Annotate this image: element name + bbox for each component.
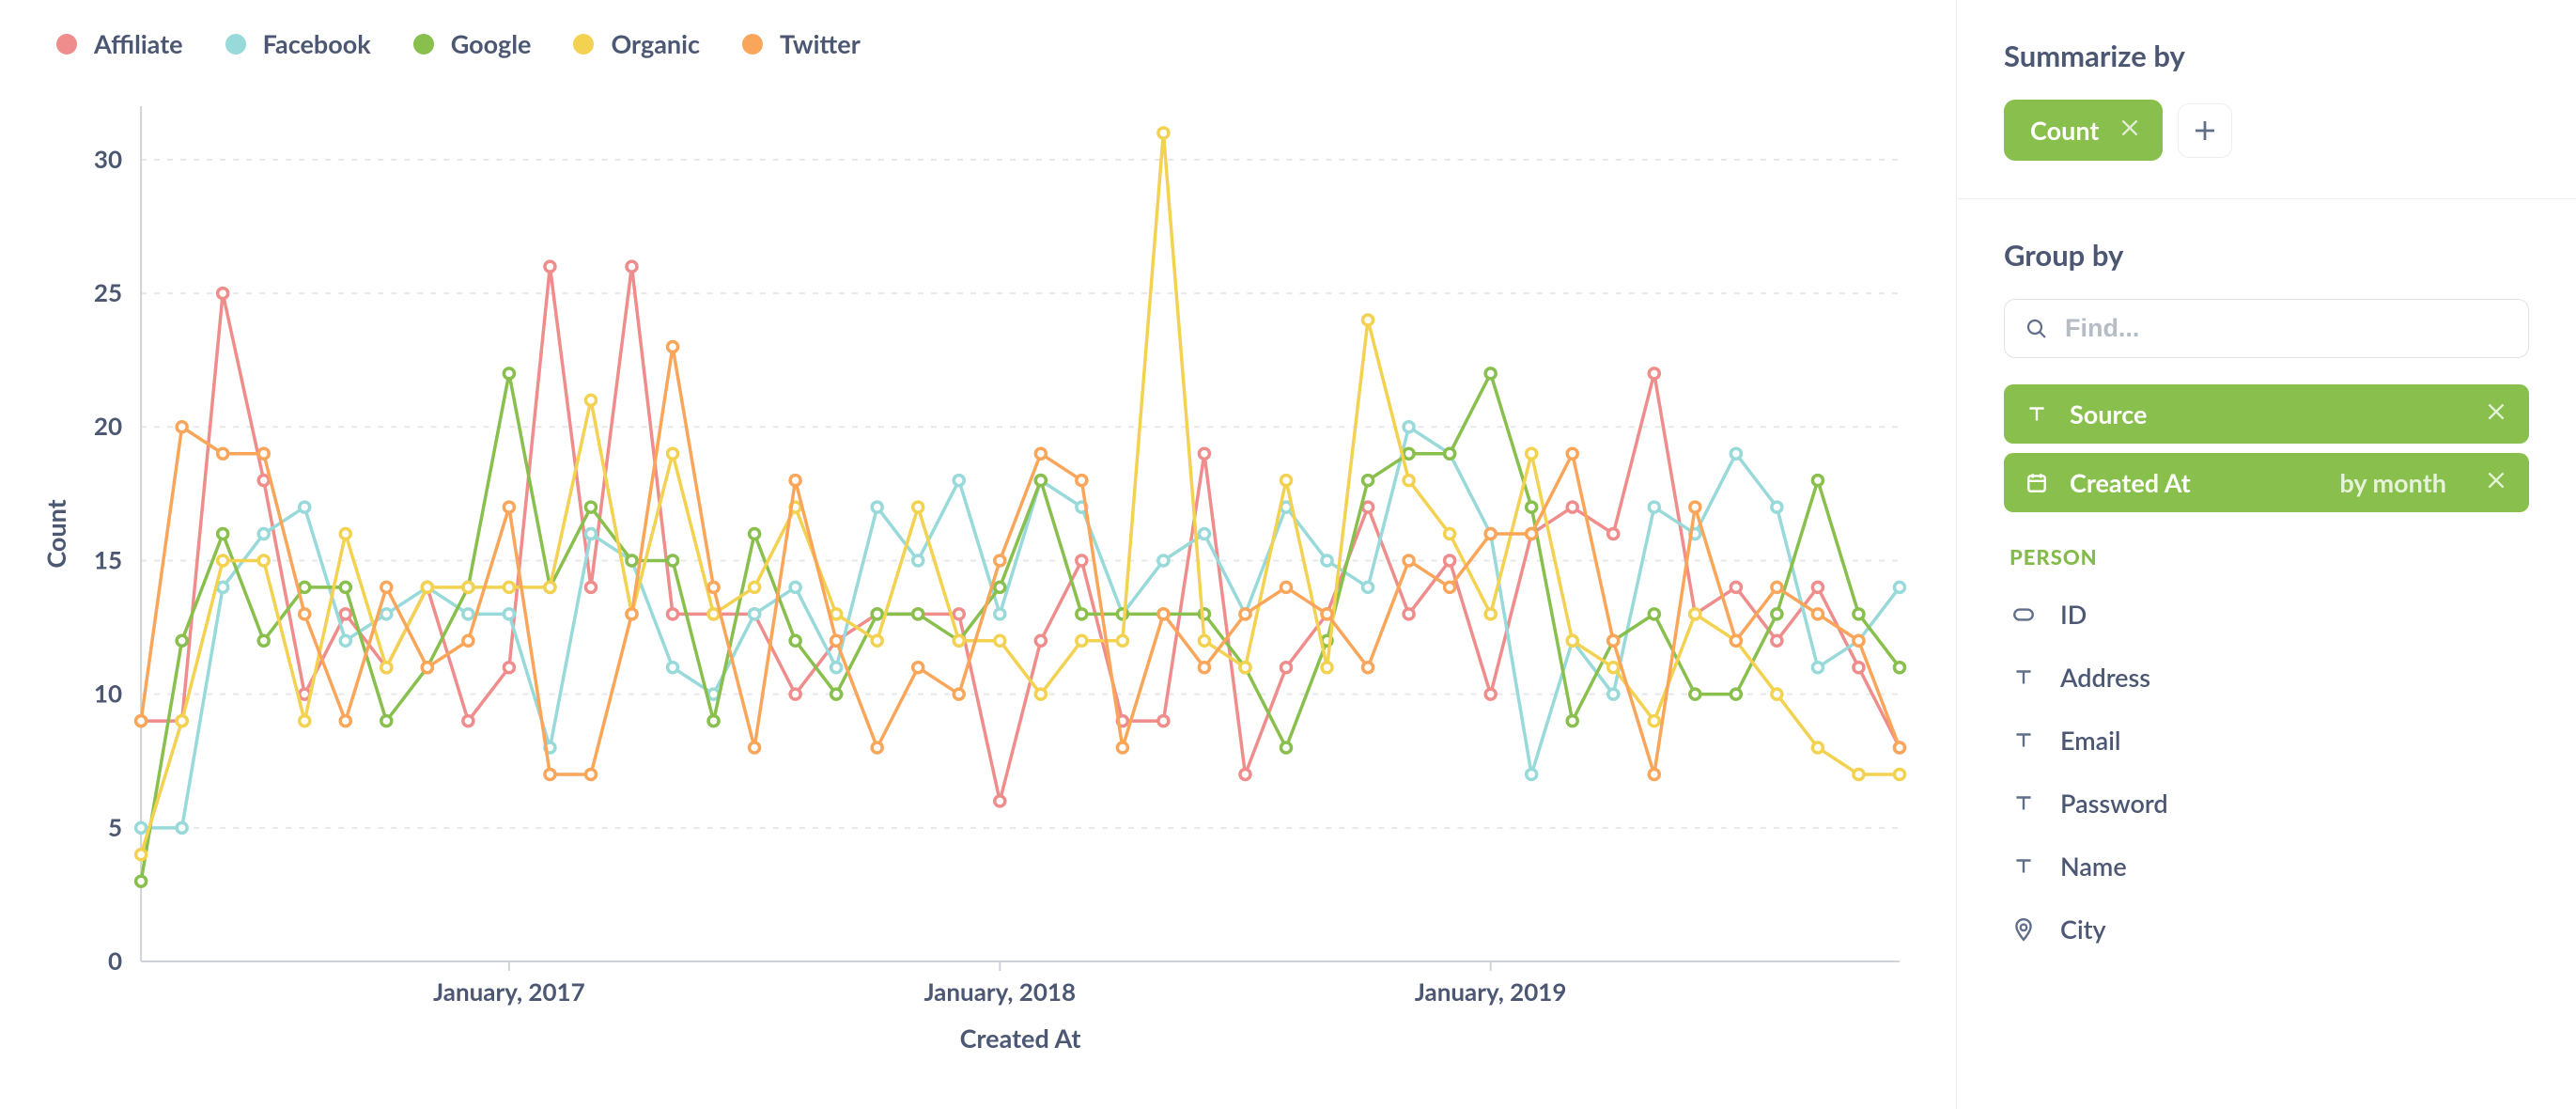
legend-label: Affiliate [94,28,183,59]
group-chip-source[interactable]: Source [2004,384,2529,444]
legend-swatch [573,34,594,55]
chart-pane: Affiliate Facebook Google Organic Twitte… [0,0,1956,1109]
legend-item-google[interactable]: Google [413,28,532,59]
close-icon[interactable] [2118,115,2142,146]
chart-svg: 0 5 10 15 20 25 30 January, 2017 January, 2018 Ja… [38,78,1918,1065]
svg-text:15: 15 [94,544,122,574]
svg-text:25: 25 [94,277,122,307]
svg-text:Count: Count [40,499,71,568]
group-chip-created-at[interactable]: Created At by month [2004,453,2529,512]
svg-text:20: 20 [94,411,122,441]
svg-text:0: 0 [108,945,122,976]
field-item-city[interactable]: City [2004,898,2529,961]
group-chip-label: Source [2070,398,2147,430]
legend-item-organic[interactable]: Organic [573,28,700,59]
svg-text:Created At: Created At [960,1023,1081,1054]
svg-text:5: 5 [108,812,122,842]
text-field-icon [2010,728,2038,753]
chart-plot[interactable]: 0 5 10 15 20 25 30 January, 2017 January, 2018 Ja… [38,78,1918,1065]
panel-divider [1957,198,2576,199]
legend-swatch [56,34,77,55]
field-label: Name [2060,851,2127,882]
group-by-title: Group by [2004,237,2529,273]
calendar-icon [2025,471,2049,495]
close-icon[interactable] [2484,467,2508,498]
field-label: Address [2060,662,2150,693]
text-field-icon [2025,402,2049,427]
id-icon [2010,602,2038,627]
field-label: Password [2060,788,2168,819]
field-item-address[interactable]: Address [2004,646,2529,709]
svg-text:January, 2017: January, 2017 [433,976,585,1007]
legend-item-affiliate[interactable]: Affiliate [56,28,183,59]
field-item-password[interactable]: Password [2004,772,2529,835]
field-label: Email [2060,725,2120,756]
legend-label: Facebook [263,28,371,59]
side-panel: Summarize by Count Group by Source Creat… [1956,0,2576,1109]
field-label: City [2060,914,2106,945]
legend-label: Organic [611,28,700,59]
field-item-name[interactable]: Name [2004,835,2529,898]
svg-text:30: 30 [94,144,122,174]
svg-text:January, 2018: January, 2018 [923,976,1076,1007]
legend-swatch [225,34,246,55]
svg-text:10: 10 [94,679,122,709]
legend-item-facebook[interactable]: Facebook [225,28,371,59]
group-chip-label: Created At [2070,467,2191,498]
legend-swatch [742,34,763,55]
group-by-search-input[interactable] [2063,313,2507,344]
field-item-email[interactable]: Email [2004,709,2529,772]
summarize-by-title: Summarize by [2004,38,2529,73]
chart-legend: Affiliate Facebook Google Organic Twitte… [38,28,1918,78]
summarize-row: Count [2004,100,2529,161]
field-item-id[interactable]: ID [2004,583,2529,646]
legend-swatch [413,34,434,55]
legend-label: Google [451,28,532,59]
text-field-icon [2010,665,2038,690]
field-category-person: PERSON [2010,544,2529,570]
field-label: ID [2060,599,2087,630]
text-field-icon [2010,791,2038,816]
legend-item-twitter[interactable]: Twitter [742,28,861,59]
summarize-chip-label: Count [2030,115,2099,146]
location-icon [2010,917,2038,942]
legend-label: Twitter [780,28,861,59]
group-by-search[interactable] [2004,299,2529,358]
close-icon[interactable] [2484,398,2508,430]
summarize-chip-count[interactable]: Count [2004,100,2163,161]
search-icon [2025,317,2048,341]
plus-icon [2191,117,2219,145]
add-metric-button[interactable] [2178,103,2232,158]
text-field-icon [2010,854,2038,879]
svg-text:January, 2019: January, 2019 [1415,976,1567,1007]
group-chip-bucket: by month [2340,467,2447,498]
